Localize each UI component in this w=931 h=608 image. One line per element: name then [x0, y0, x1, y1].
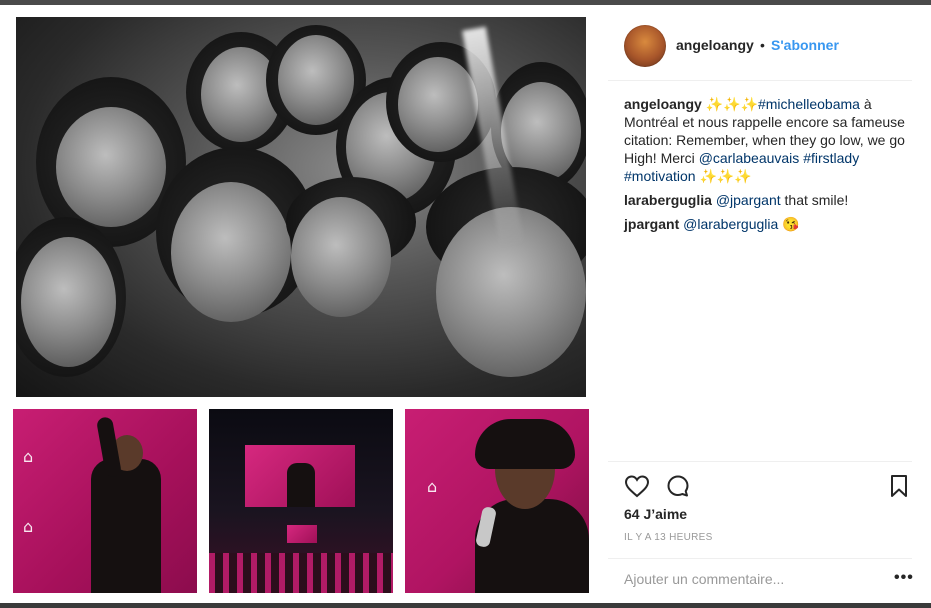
- caption: angeloangy ✨✨✨#michelleobama à Montréal …: [624, 95, 914, 185]
- sparkles-emoji: ✨✨✨: [705, 96, 758, 112]
- bottom-bar: [0, 603, 931, 608]
- hashtag-michelleobama[interactable]: #michelleobama: [758, 96, 860, 112]
- separator-dot: •: [760, 37, 765, 53]
- thumbnail-photo-2[interactable]: [209, 409, 393, 593]
- conference-logo: ⌂: [23, 517, 34, 536]
- comment-text: that smile!: [780, 192, 849, 208]
- likes-count[interactable]: 64 J’aime: [624, 506, 687, 522]
- top-bar: [0, 0, 931, 5]
- kiss-emoji: 😘: [782, 216, 800, 232]
- comment-icon[interactable]: [666, 474, 690, 498]
- heart-icon[interactable]: [624, 474, 650, 498]
- thumbnail-photo-3[interactable]: ⌂: [405, 409, 589, 593]
- conference-logo: ⌂: [23, 447, 34, 466]
- conference-logo: ⌂: [427, 477, 438, 496]
- add-comment-bar: •••: [608, 558, 914, 594]
- add-comment-input[interactable]: [624, 569, 864, 589]
- post-header: angeloangy • S'abonner: [608, 17, 912, 81]
- more-options-button[interactable]: •••: [894, 569, 914, 587]
- comment-mention[interactable]: @jpargant: [716, 192, 781, 208]
- hashtag-motivation[interactable]: #motivation: [624, 168, 696, 184]
- avatar[interactable]: [624, 25, 666, 67]
- caption-username[interactable]: angeloangy: [624, 96, 702, 112]
- comment-item: jpargant @laraberguglia 😘: [624, 215, 914, 233]
- comments-list: angeloangy ✨✨✨#michelleobama à Montréal …: [624, 95, 914, 239]
- mention-carlabeauvais[interactable]: @carlabeauvais: [699, 150, 800, 166]
- comment-username[interactable]: jpargant: [624, 216, 679, 232]
- post-timestamp: IL Y A 13 HEURES: [624, 532, 713, 543]
- main-photo[interactable]: [16, 17, 586, 397]
- hashtag-firstlady[interactable]: #firstlady: [803, 150, 859, 166]
- post-actions: 64 J’aime IL Y A 13 HEURES •••: [608, 461, 914, 594]
- bookmark-icon[interactable]: [890, 474, 908, 498]
- follow-button[interactable]: S'abonner: [771, 37, 839, 53]
- thumbnail-photo-1[interactable]: ⌂ ⌂: [13, 409, 197, 593]
- comment-username[interactable]: laraberguglia: [624, 192, 712, 208]
- post-username[interactable]: angeloangy: [676, 37, 754, 53]
- post-side-panel: angeloangy • S'abonner angeloangy ✨✨✨#mi…: [608, 17, 914, 594]
- sparkles-emoji: ✨✨✨: [699, 168, 752, 184]
- comment-item: laraberguglia @jpargant that smile!: [624, 191, 914, 209]
- comment-mention[interactable]: @laraberguglia: [683, 216, 778, 232]
